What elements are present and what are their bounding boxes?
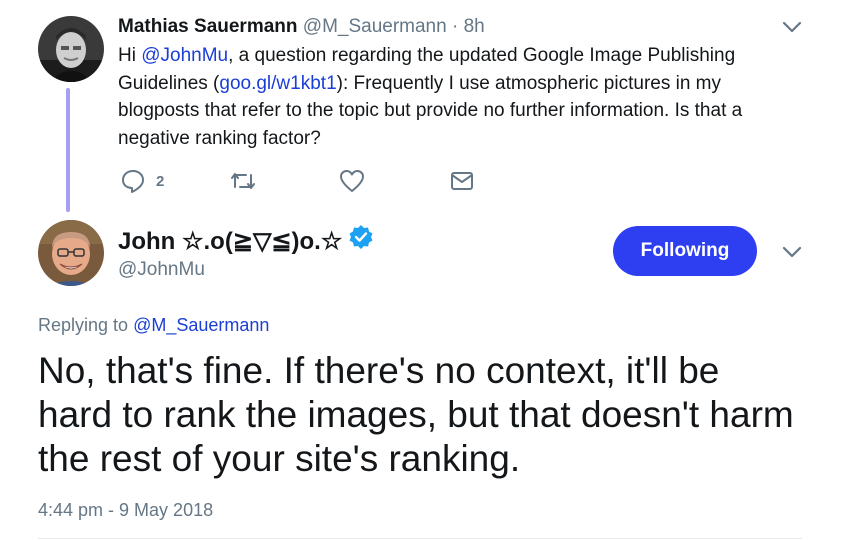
parent-author-avatar[interactable] <box>38 16 104 82</box>
header-separator: · <box>451 16 459 37</box>
direct-message-button[interactable] <box>449 166 475 196</box>
mention-link[interactable]: @JohnMu <box>141 45 228 66</box>
reply-count: 2 <box>156 172 165 190</box>
parent-tweet-header: Mathias Sauermann @M_Sauermann · 8h <box>118 14 485 40</box>
parent-author-name[interactable]: Mathias Sauermann <box>118 16 298 37</box>
verified-badge-icon <box>348 224 374 259</box>
replying-to-line: Replying to @M_Sauermann <box>38 313 269 337</box>
main-tweet-text: No, that's fine. If there's no context, … <box>38 350 794 479</box>
envelope-icon <box>449 170 475 192</box>
url-link[interactable]: goo.gl/w1kbt1 <box>219 73 336 94</box>
tweet-timestamp[interactable]: 4:44 pm - 9 May 2018 <box>38 498 213 522</box>
following-button[interactable]: Following <box>613 226 757 276</box>
replying-prefix: Replying to <box>38 315 134 335</box>
retweet-button[interactable] <box>229 166 257 196</box>
main-author-handle[interactable]: @JohnMu <box>118 258 205 282</box>
thread-connector-line <box>66 88 70 212</box>
heart-icon <box>339 169 365 193</box>
like-button[interactable] <box>339 166 365 196</box>
main-author-avatar[interactable] <box>38 220 104 286</box>
parent-tweet-time[interactable]: 8h <box>464 16 485 37</box>
divider <box>38 538 802 539</box>
chevron-down-icon[interactable] <box>780 242 804 262</box>
main-author-name[interactable]: John ☆.o(≧▽≦)o.☆ <box>118 224 374 259</box>
reply-icon <box>120 168 146 194</box>
parent-tweet-text: Hi @JohnMu, a question regarding the upd… <box>118 42 798 152</box>
parent-author-handle[interactable]: @M_Sauermann <box>303 16 447 37</box>
retweet-icon <box>229 169 257 193</box>
text-segment: Hi <box>118 45 142 66</box>
reply-button[interactable]: 2 <box>120 166 164 196</box>
main-author-name-text: John ☆.o(≧▽≦)o.☆ <box>118 227 343 255</box>
chevron-down-icon[interactable] <box>780 17 804 37</box>
replying-to-link[interactable]: @M_Sauermann <box>133 315 269 335</box>
